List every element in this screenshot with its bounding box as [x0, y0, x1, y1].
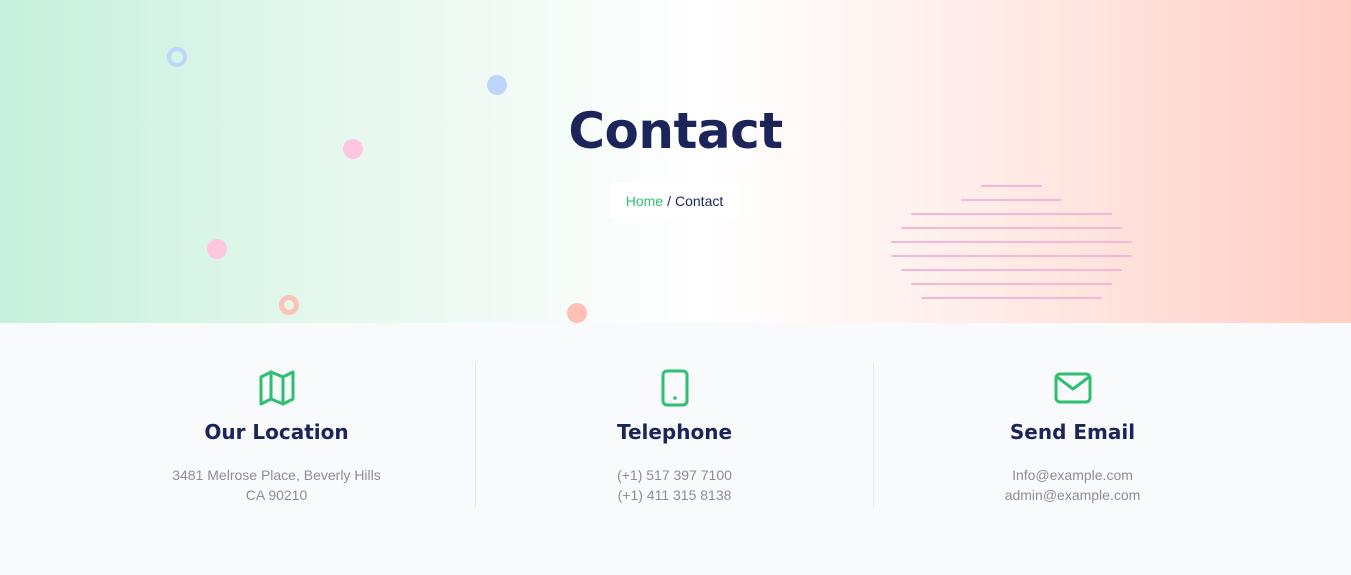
phone-number[interactable]: (+1) 517 397 7100 [476, 465, 873, 485]
email-title: Send Email [1009, 420, 1136, 444]
page-title: Contact [568, 102, 783, 160]
email-address[interactable]: admin@example.com [874, 485, 1271, 505]
breadcrumb-current: Contact [675, 192, 724, 209]
breadcrumb-separator: / [667, 192, 671, 209]
phone-number[interactable]: (+1) 411 315 8138 [476, 485, 873, 505]
address-line: 3481 Melrose Place, Beverly Hills [172, 467, 381, 483]
contact-info-section: Our Location 3481 Melrose Place, Beverly… [0, 323, 1351, 575]
mail-icon [1054, 372, 1091, 404]
telephone-card: Telephone (+1) 517 397 7100 (+1) 411 315… [476, 363, 873, 508]
telephone-details: (+1) 517 397 7100 (+1) 411 315 8138 [476, 465, 873, 505]
address-line: CA 90210 [245, 487, 308, 503]
email-card: Send Email Info@example.com admin@exampl… [874, 363, 1271, 508]
phone-icon [661, 369, 688, 407]
telephone-title: Telephone [616, 420, 733, 444]
email-details: Info@example.com admin@example.com [874, 465, 1271, 505]
breadcrumb-home-link[interactable]: Home [626, 193, 663, 209]
email-address[interactable]: Info@example.com [874, 465, 1271, 485]
breadcrumb: Home / Contact [609, 183, 740, 218]
page-header: Contact Home / Contact [0, 0, 1351, 323]
location-details: 3481 Melrose Place, Beverly Hills CA 902… [78, 465, 475, 505]
map-icon [259, 370, 294, 406]
location-title: Our Location [204, 420, 349, 444]
location-card: Our Location 3481 Melrose Place, Beverly… [78, 363, 475, 508]
